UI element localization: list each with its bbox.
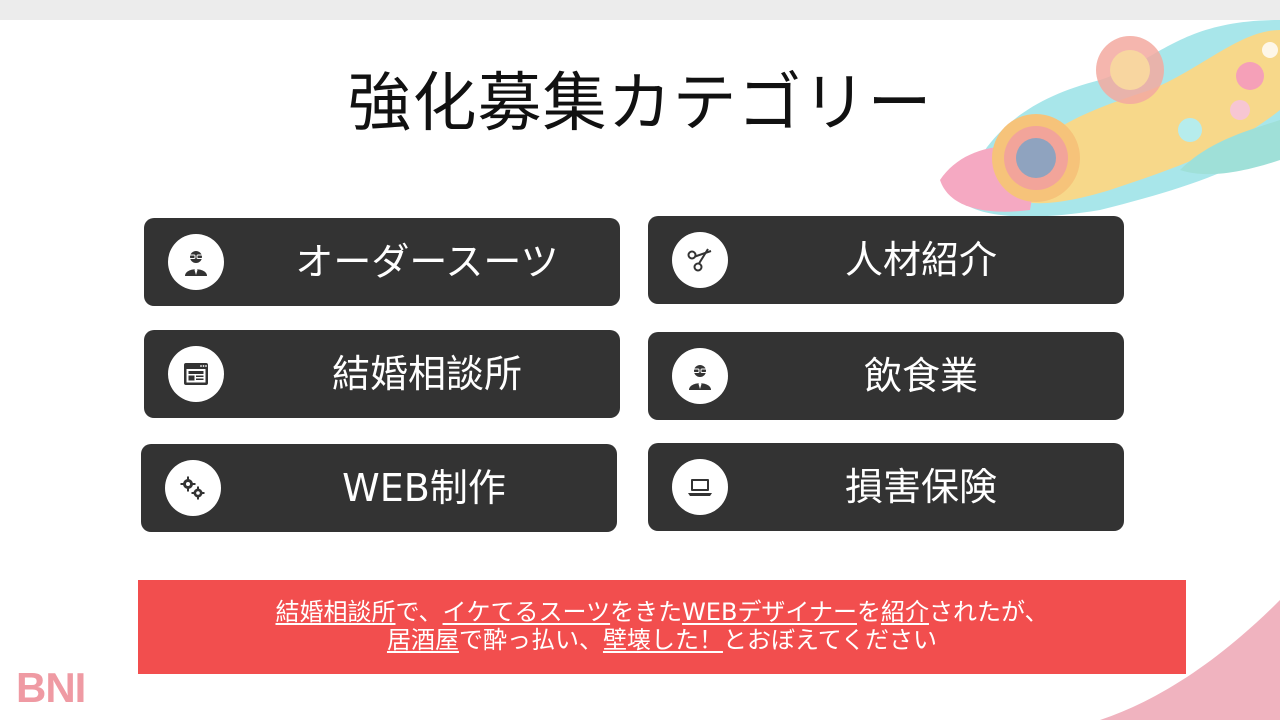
bni-logo: BNI (16, 664, 86, 711)
banner-text: WEBデザイナー (682, 598, 857, 626)
category-label: WEB制作 (342, 466, 506, 510)
banner-text: とおぼえてください (722, 626, 938, 654)
category-label: 人材紹介 (844, 238, 997, 282)
category-label: 損害保険 (844, 465, 997, 509)
banner-line-1: 結婚相談所で、イケてるスーツをきたWEBデザイナーを紹介されたが、 (138, 598, 1186, 626)
category-label: 飲食業 (863, 354, 978, 398)
person-icon (168, 234, 224, 290)
category-card-restaurant[interactable]: 飲食業 (648, 332, 1124, 420)
category-label: 結婚相談所 (331, 352, 522, 396)
banner-text: をきた (610, 598, 683, 626)
banner-text: 紹介 (880, 598, 929, 626)
category-card-insurance[interactable]: 損害保険 (648, 443, 1124, 531)
banner-text: を (856, 598, 881, 626)
banner-text: で酔っ払い、 (458, 626, 603, 654)
top-bar (0, 0, 1280, 20)
category-label: オーダースーツ (295, 240, 559, 284)
banner-text: 居酒屋 (386, 626, 459, 654)
message-banner: 結婚相談所で、イケてるスーツをきたWEBデザイナーを紹介されたが、 居酒屋で酔っ… (138, 580, 1186, 674)
category-card-order-suits[interactable]: オーダースーツ (144, 218, 620, 306)
banner-text: で、 (395, 598, 443, 626)
browser-window-icon (168, 346, 224, 402)
banner-text: イケてるスーツ (442, 598, 611, 626)
banner-text: されたが、 (928, 598, 1049, 626)
category-card-recruitment[interactable]: 人材紹介 (648, 216, 1124, 304)
category-card-marriage-agency[interactable]: 結婚相談所 (144, 330, 620, 418)
banner-text: 結婚相談所 (275, 598, 396, 626)
banner-line-2: 居酒屋で酔っ払い、壁壊した！とおぼえてください (138, 626, 1186, 654)
banner-text: 壁壊した！ (602, 626, 723, 654)
gears-icon (165, 460, 221, 516)
category-card-web-production[interactable]: WEB制作 (141, 444, 617, 532)
page-title: 強化募集カテゴリー (347, 67, 933, 141)
